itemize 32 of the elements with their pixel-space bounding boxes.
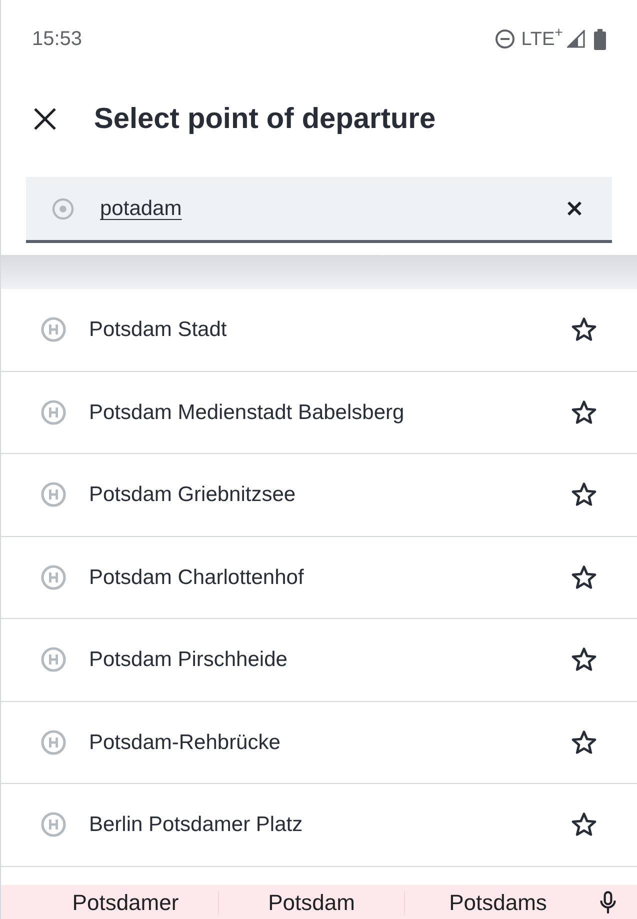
microphone-icon[interactable] [599,890,617,914]
station-icon [41,564,66,590]
search-field[interactable]: potadam [26,177,612,243]
station-icon [41,482,66,508]
station-icon [41,647,66,672]
station-name: Potsdam Griebnitzsee [89,484,296,506]
station-name: Potsdam Pirschheide [89,649,288,670]
signal-icon [567,30,585,48]
station-list-item[interactable]: Potsdam Medienstadt Babelsberg [1,372,637,454]
station-name: Potsdam Charlottenhof [89,566,304,588]
page-title: Select point of departure [94,104,436,134]
suggestion-word[interactable]: Potsdams [449,890,547,914]
network-type: LTE$^{+}$ [521,30,563,48]
close-icon [33,107,57,131]
suggestion-word[interactable]: Potsdam [268,890,355,914]
station-name: Berlin Potsdamer Platz [89,814,303,836]
station-name: Potsdam-Rehbrücke [89,732,280,753]
station-name: Potsdam Stadt [89,319,227,340]
battery-icon [594,28,606,50]
suggestion-word[interactable]: Potsdamer [72,890,179,914]
location-target-icon [52,198,74,220]
clear-icon [566,201,582,216]
station-icon [41,317,66,342]
station-icon [41,812,66,838]
station-list-item[interactable]: Potsdam Charlottenhof [1,536,637,619]
station-icon [41,730,66,755]
station-list-item[interactable]: Potsdam-Rehbrücke [1,702,637,784]
station-icon [41,400,66,425]
do-not-disturb-icon [495,29,516,49]
search-value: potadam [100,198,182,219]
station-name: Potsdam Medienstadt Babelsberg [89,402,404,423]
clock-time: 15:53 [32,29,82,49]
